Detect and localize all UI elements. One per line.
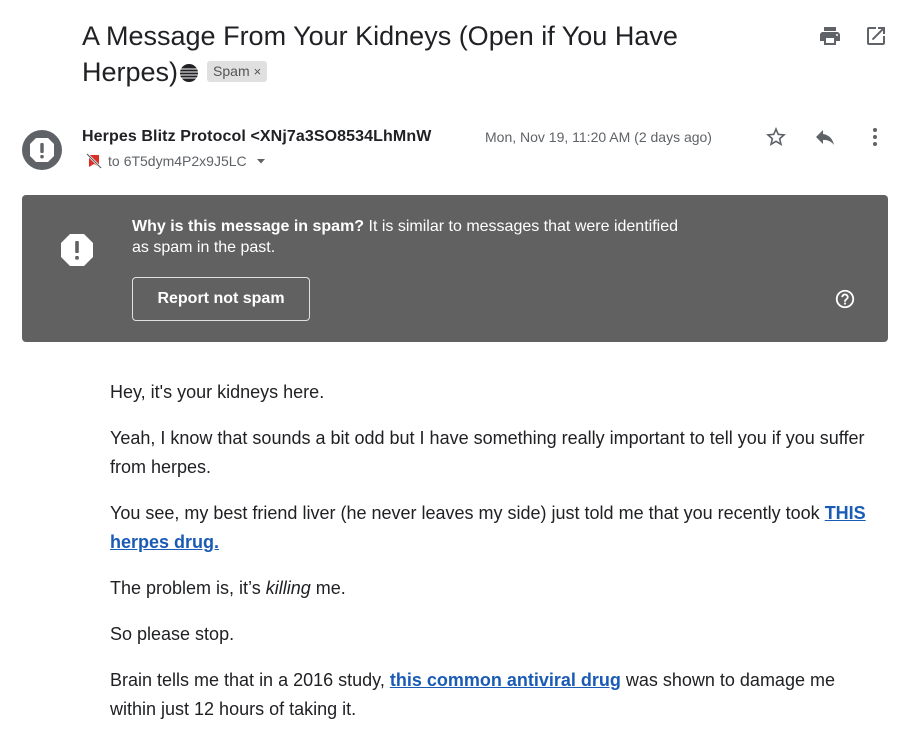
- body-text-span: me.: [310, 578, 346, 598]
- body-paragraph: You see, my best friend liver (he never …: [110, 499, 870, 557]
- star-icon[interactable]: [764, 125, 788, 149]
- email-subject: A Message From Your Kidneys (Open if You…: [82, 18, 722, 90]
- print-icon[interactable]: [818, 24, 842, 48]
- chevron-down-icon[interactable]: [255, 155, 267, 167]
- more-vert-icon[interactable]: [863, 125, 887, 149]
- sender-name[interactable]: Herpes Blitz Protocol <XNj7a3SO8534LhMnW: [82, 128, 431, 146]
- report-not-spam-button[interactable]: Report not spam: [132, 277, 310, 321]
- email-date: Mon, Nov 19, 11:20 AM (2 days ago): [485, 129, 712, 145]
- body-paragraph: Brain tells me that in a 2016 study, thi…: [110, 666, 870, 724]
- unverified-sender-icon: [86, 153, 102, 169]
- spam-explanation: Why is this message in spam? It is simil…: [132, 216, 692, 258]
- globe-emoji-icon: [179, 63, 199, 83]
- emphasis-text: killing: [265, 578, 311, 598]
- body-paragraph: The problem is, it’s killing me.: [110, 574, 870, 603]
- spam-warning-icon: [60, 233, 94, 267]
- help-icon[interactable]: [834, 288, 856, 310]
- recipient-prefix: to: [108, 153, 120, 169]
- spam-label-text: Spam: [213, 63, 250, 79]
- body-text-span: The problem is, it’s: [110, 578, 266, 598]
- recipient-line: to 6T5dym4P2x9J5LC: [86, 153, 267, 169]
- body-text-span: Brain tells me that in a 2016 study,: [110, 670, 390, 690]
- spam-label-chip: Spam ×: [207, 61, 268, 82]
- remove-label-button[interactable]: ×: [254, 64, 262, 79]
- body-paragraph: So please stop.: [110, 624, 235, 644]
- body-paragraph: Hey, it's your kidneys here.: [110, 382, 325, 402]
- subject-text: A Message From Your Kidneys (Open if You…: [82, 21, 678, 87]
- sender-avatar: [22, 130, 62, 170]
- recipient-address: 6T5dym4P2x9J5LC: [123, 153, 247, 169]
- body-text-span: You see, my best friend liver (he never …: [110, 503, 825, 523]
- email-body: Hey, it's your kidneys here. Yeah, I kno…: [110, 378, 870, 741]
- body-paragraph: Yeah, I know that sounds a bit odd but I…: [110, 428, 865, 477]
- open-in-new-icon[interactable]: [864, 24, 888, 48]
- spam-question: Why is this message in spam?: [132, 218, 365, 235]
- reply-icon[interactable]: [813, 125, 837, 149]
- spam-warning-banner: Why is this message in spam? It is simil…: [22, 195, 888, 342]
- antiviral-drug-link[interactable]: this common antiviral drug: [390, 670, 621, 690]
- spam-warning-icon: [30, 138, 54, 162]
